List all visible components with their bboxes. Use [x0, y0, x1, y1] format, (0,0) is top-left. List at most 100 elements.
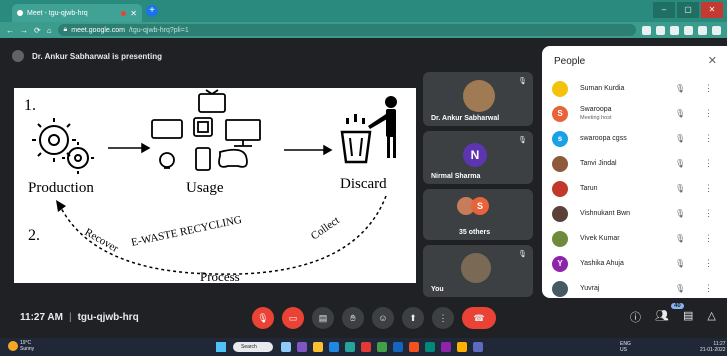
mic-off-icon: 🎙︎	[675, 209, 686, 218]
app5-icon[interactable]	[473, 342, 483, 352]
home-icon[interactable]: ⌂	[47, 26, 52, 35]
mic-off-icon: 🎙︎	[518, 251, 527, 258]
step-1-label: 1.	[24, 97, 36, 114]
more-vert-icon[interactable]: ⋮	[704, 208, 713, 219]
app-icon[interactable]	[361, 342, 371, 352]
minimize-button[interactable]: –	[653, 2, 675, 18]
tile-nirmal[interactable]: N 🎙︎ Nirmal Sharma	[423, 131, 533, 184]
task-view-icon[interactable]	[281, 342, 291, 352]
discard-label: Discard	[340, 176, 387, 192]
more-vert-icon[interactable]: ⋮	[704, 83, 713, 94]
more-vert-icon[interactable]: ⋮	[704, 258, 713, 269]
raise-hand-button[interactable]: ✋︎	[342, 307, 364, 329]
tab-title: Meet - tgu-qjwb-hrq	[27, 9, 88, 17]
present-button[interactable]: ⬆	[402, 307, 424, 329]
captions-button[interactable]: ▤	[312, 307, 334, 329]
more-vert-icon[interactable]: ⋮	[704, 183, 713, 194]
app4-icon[interactable]	[457, 342, 467, 352]
participant-avatar: Y	[552, 255, 568, 272]
more-vert-icon[interactable]: ⋮	[704, 158, 713, 169]
close-panel-icon[interactable]: ✕	[708, 54, 717, 67]
tile-self[interactable]: 🎙︎ You	[423, 245, 533, 297]
system-tray-lang[interactable]: ENG US	[620, 341, 631, 353]
url-host: meet.google.com	[71, 26, 125, 34]
puzzle-icon[interactable]	[698, 25, 707, 35]
participant-row[interactable]: Tanvi Jindal 🎙︎ ⋮	[552, 151, 724, 176]
participant-name: Yuvraj	[580, 284, 600, 292]
participant-role: Meeting host	[580, 114, 612, 121]
close-window-button[interactable]: ✕	[701, 2, 723, 18]
recycling-arc	[59, 195, 387, 275]
chat-icon[interactable]: ▤	[683, 309, 693, 325]
reactions-button[interactable]: ☺	[372, 307, 394, 329]
participant-name: swaroopa cgss	[580, 134, 627, 142]
camera-toggle-button[interactable]: ▭	[282, 307, 304, 329]
window-controls: – ▢ ✕	[653, 2, 723, 18]
windows-start-icon[interactable]	[216, 342, 226, 352]
word-icon[interactable]	[393, 342, 403, 352]
app2-icon[interactable]	[425, 342, 435, 352]
ewaste-recycling-label: E-WASTE RECYCLING	[130, 214, 243, 249]
meeting-details-icon[interactable]: ⓘ	[630, 309, 641, 325]
app3-icon[interactable]	[441, 342, 451, 352]
participant-row[interactable]: Vivek Kumar 🎙︎ ⋮	[552, 226, 724, 251]
system-clock[interactable]: 11:27 21-01-2022	[700, 341, 726, 353]
taskbar-apps	[281, 342, 483, 352]
new-tab-button[interactable]: +	[146, 5, 158, 17]
lock-icon: 🔒︎	[63, 26, 68, 33]
mic-off-icon: 🎙︎	[518, 137, 527, 144]
sun-icon	[8, 341, 18, 351]
participant-name-block: Tanvi Jindal	[580, 160, 617, 168]
store-icon[interactable]	[345, 342, 355, 352]
people-list: Suman Kurdia 🎙︎ ⋮ S Swaroopa Meeting host 🎙︎ ⋮ s…	[552, 76, 724, 298]
tile-presenter[interactable]: 🎙︎ Dr. Ankur Sabharwal	[423, 72, 533, 126]
activities-icon[interactable]: △	[707, 309, 715, 325]
screen: Meet - tgu-qjwb-hrq ✕ + – ▢ ✕ ← → ⟳ ⌂ 🔒︎…	[0, 0, 727, 356]
teams-icon[interactable]	[297, 342, 307, 352]
meet-favicon-icon	[17, 10, 23, 16]
more-vert-icon[interactable]: ⋮	[704, 283, 713, 294]
file-explorer-icon[interactable]	[313, 342, 323, 352]
ewaste-diagram: 1. 2. Production Usage Discard E-WASTE R…	[24, 89, 397, 283]
leave-call-button[interactable]: ☎︎	[462, 307, 496, 329]
more-options-button[interactable]: ⋮	[432, 307, 454, 329]
tile-others[interactable]: S 35 others	[423, 189, 533, 240]
chrome-icon[interactable]	[377, 342, 387, 352]
recycling-arrowhead	[56, 200, 66, 212]
more-vert-icon[interactable]: ⋮	[704, 233, 713, 244]
participant-name-block: Yashika Ahuja	[580, 260, 624, 268]
more-vert-icon[interactable]: ⋮	[704, 133, 713, 144]
more-vert-icon[interactable]: ⋮	[704, 108, 713, 119]
url-field[interactable]: 🔒︎ meet.google.com/tgu-qjwb-hrq?pli=1	[57, 24, 636, 36]
powerpoint-icon[interactable]	[409, 342, 419, 352]
tab-close-icon[interactable]: ✕	[130, 9, 137, 18]
profile-avatar-icon[interactable]	[712, 25, 721, 35]
participant-row[interactable]: Suman Kurdia 🎙︎ ⋮	[552, 76, 724, 101]
participant-row[interactable]: Yuvraj 🎙︎ ⋮	[552, 276, 724, 298]
mic-off-icon: 🎙︎	[675, 134, 686, 143]
participant-row[interactable]: Y Yashika Ahuja 🎙︎ ⋮	[552, 251, 724, 276]
extension-icon[interactable]	[684, 25, 693, 35]
mic-toggle-button[interactable]: 🎙︎	[252, 307, 274, 329]
back-icon[interactable]: ←	[6, 26, 14, 35]
browser-tab-meet[interactable]: Meet - tgu-qjwb-hrq ✕	[12, 4, 142, 22]
share-icon[interactable]	[656, 25, 665, 35]
collect-label: Collect	[309, 214, 342, 242]
taskbar-search[interactable]: Search	[233, 342, 273, 352]
participant-row[interactable]: S Swaroopa Meeting host 🎙︎ ⋮	[552, 101, 724, 126]
participant-row[interactable]: Vishnukant Bwn 🎙︎ ⋮	[552, 201, 724, 226]
production-label: Production	[28, 180, 94, 196]
weather-widget[interactable]: 19°C Sunny	[8, 340, 34, 352]
participant-row[interactable]: Tarun 🎙︎ ⋮	[552, 176, 724, 201]
forward-icon[interactable]: →	[20, 26, 28, 35]
bookmark-star-icon[interactable]	[670, 25, 679, 35]
reload-icon[interactable]: ⟳	[34, 26, 41, 35]
edge-icon[interactable]	[329, 342, 339, 352]
participant-row[interactable]: s swaroopa cgss 🎙︎ ⋮	[552, 126, 724, 151]
presenter-avatar	[12, 50, 24, 62]
extensions-area	[642, 25, 721, 35]
camera-icon[interactable]	[642, 25, 651, 35]
maximize-button[interactable]: ▢	[677, 2, 699, 18]
people-icon[interactable]: 👥︎	[655, 309, 669, 325]
panel-title: People	[554, 56, 586, 67]
